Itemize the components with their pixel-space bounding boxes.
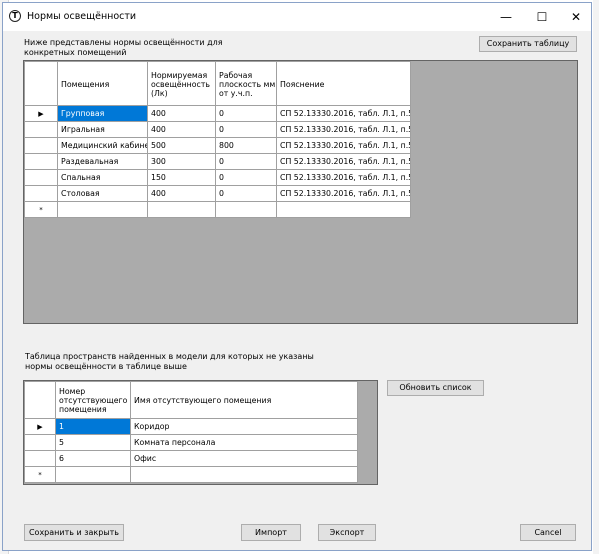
cell-plane[interactable]: 0 [215, 153, 277, 170]
current-row-indicator[interactable]: ▶ [24, 105, 58, 122]
cell-lux[interactable]: 400 [147, 121, 216, 138]
table-row[interactable]: 6 Офис [24, 450, 358, 467]
save-and-close-button[interactable]: Сохранить и закрыть [24, 524, 124, 541]
cell-plane-empty[interactable] [215, 201, 277, 218]
cell-lux-empty[interactable] [147, 201, 216, 218]
cell-name[interactable]: Комната персонала [130, 434, 358, 451]
row-header[interactable] [24, 185, 58, 202]
cell-plane[interactable]: 0 [215, 121, 277, 138]
column-header-plane[interactable]: Рабочая плоскость мм от у.ч.п. [215, 61, 277, 106]
norms-table: Помещения Нормируемая освещённость (Лк) … [24, 61, 411, 218]
row-header[interactable] [24, 450, 56, 467]
cell-note[interactable]: СП 52.13330.2016, табл. Л.1, п.55 [276, 185, 411, 202]
cell-note[interactable]: СП 52.13330.2016, табл. Л.1, п.58 [276, 137, 411, 154]
export-button[interactable]: Экспорт [318, 524, 376, 541]
table-row[interactable]: Игральная 400 0 СП 52.13330.2016, табл. … [24, 121, 411, 138]
cell-plane[interactable]: 0 [215, 169, 277, 186]
current-row-indicator[interactable]: ▶ [24, 418, 56, 435]
new-row[interactable]: * [24, 201, 411, 218]
table-row[interactable]: Спальная 150 0 СП 52.13330.2016, табл. Л… [24, 169, 411, 186]
cell-lux[interactable]: 150 [147, 169, 216, 186]
row-header[interactable] [24, 169, 58, 186]
row-header[interactable] [24, 137, 58, 154]
new-row-indicator[interactable]: * [24, 201, 58, 218]
title-bar: T Нормы освещённости — ☐ ✕ [3, 3, 591, 31]
norms-header-row: Помещения Нормируемая освещённость (Лк) … [24, 61, 411, 106]
row-header-corner [24, 61, 58, 106]
cell-note[interactable]: СП 52.13330.2016, табл. Л.1, п.53 [276, 121, 411, 138]
column-header-missing-number[interactable]: Номер отсутствующего помещения [55, 381, 131, 419]
cell-plane[interactable]: 0 [215, 105, 277, 122]
table-row[interactable]: ▶ 1 Коридор [24, 418, 358, 435]
cell-note[interactable]: СП 52.13330.2016, табл. Л.1, п.52 [276, 153, 411, 170]
cell-number[interactable]: 5 [55, 434, 131, 451]
import-button[interactable]: Импорт [241, 524, 301, 541]
cell-note[interactable]: СП 52.13330.2016, табл. Л.1, п.53 [276, 105, 411, 122]
cell-lux[interactable]: 300 [147, 153, 216, 170]
row-header-corner [24, 381, 56, 419]
app-logo-icon: T [9, 10, 21, 22]
cell-number-empty[interactable] [55, 466, 131, 483]
column-header-lux[interactable]: Нормируемая освещённость (Лк) [147, 61, 216, 106]
table-row[interactable]: Раздевальная 300 0 СП 52.13330.2016, таб… [24, 153, 411, 170]
table-row[interactable]: 5 Комната персонала [24, 434, 358, 451]
save-table-button[interactable]: Сохранить таблицу [479, 36, 577, 52]
table-row[interactable]: Столовая 400 0 СП 52.13330.2016, табл. Л… [24, 185, 411, 202]
close-button[interactable]: ✕ [559, 3, 593, 31]
cell-name-empty[interactable] [130, 466, 358, 483]
new-row[interactable]: * [24, 466, 358, 483]
window-title: Нормы освещённости [27, 11, 137, 22]
background-app-strip-right [593, 0, 599, 554]
cell-lux[interactable]: 500 [147, 137, 216, 154]
table-row[interactable]: Медицинский кабинет 500 800 СП 52.13330.… [24, 137, 411, 154]
cell-room[interactable]: Раздевальная [57, 153, 148, 170]
norms-grid[interactable]: Помещения Нормируемая освещённость (Лк) … [23, 60, 578, 324]
cell-name[interactable]: Офис [130, 450, 358, 467]
cell-plane[interactable]: 800 [215, 137, 277, 154]
column-header-note[interactable]: Пояснение [276, 61, 411, 106]
cell-room[interactable]: Спальная [57, 169, 148, 186]
cell-name[interactable]: Коридор [130, 418, 358, 435]
cell-number[interactable]: 1 [55, 418, 131, 435]
cell-lux[interactable]: 400 [147, 105, 216, 122]
cell-room[interactable]: Столовая [57, 185, 148, 202]
cell-note[interactable]: СП 52.13330.2016, табл. Л.1, п.56 [276, 169, 411, 186]
cell-room[interactable]: Медицинский кабинет [57, 137, 148, 154]
cell-room[interactable]: Игральная [57, 121, 148, 138]
maximize-button[interactable]: ☐ [525, 3, 559, 31]
cell-note-empty[interactable] [276, 201, 411, 218]
cancel-button[interactable]: Cancel [520, 524, 576, 541]
lighting-norms-dialog: T Нормы освещённости — ☐ ✕ Ниже представ… [2, 2, 592, 551]
cell-lux[interactable]: 400 [147, 185, 216, 202]
norms-description: Ниже представлены нормы освещённости для… [24, 38, 223, 57]
missing-header-row: Номер отсутствующего помещения Имя отсут… [24, 381, 358, 419]
row-header[interactable] [24, 121, 58, 138]
table-row[interactable]: ▶ Групповая 400 0 СП 52.13330.2016, табл… [24, 105, 411, 122]
missing-rooms-table: Номер отсутствующего помещения Имя отсут… [24, 381, 358, 483]
cell-number[interactable]: 6 [55, 450, 131, 467]
column-header-missing-name[interactable]: Имя отсутствующего помещения [130, 381, 358, 419]
cell-plane[interactable]: 0 [215, 185, 277, 202]
refresh-list-button[interactable]: Обновить список [387, 380, 484, 396]
cell-room-empty[interactable] [57, 201, 148, 218]
row-header[interactable] [24, 434, 56, 451]
cell-room[interactable]: Групповая [57, 105, 148, 122]
new-row-indicator[interactable]: * [24, 466, 56, 483]
row-header[interactable] [24, 153, 58, 170]
column-header-room[interactable]: Помещения [57, 61, 148, 106]
missing-rooms-description: Таблица пространств найденных в модели д… [25, 352, 314, 371]
minimize-button[interactable]: — [489, 3, 523, 31]
missing-rooms-grid[interactable]: Номер отсутствующего помещения Имя отсут… [23, 380, 378, 485]
